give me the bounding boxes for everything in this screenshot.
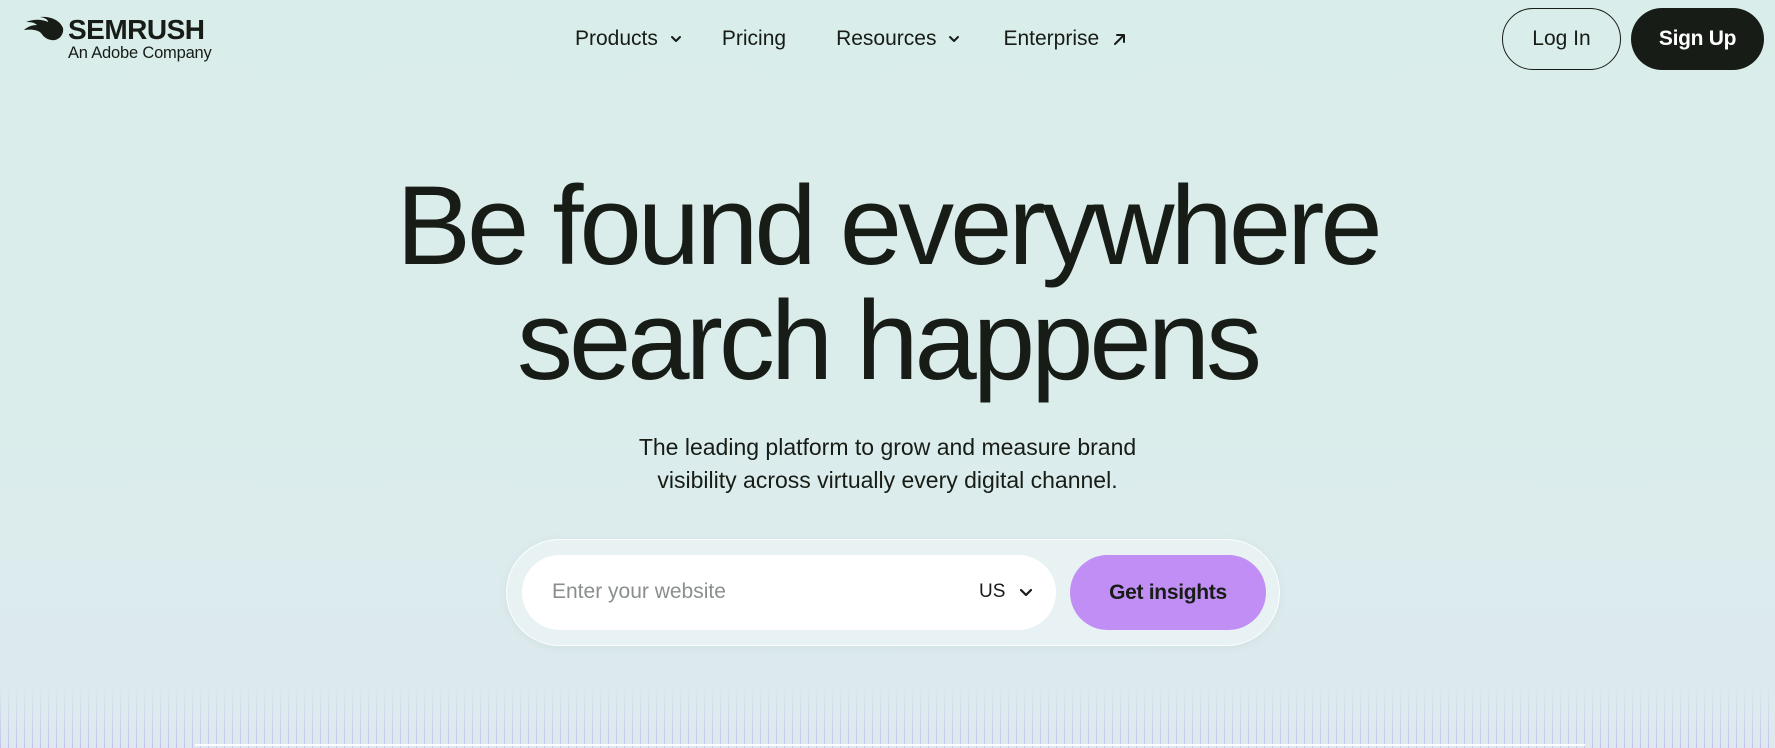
signup-button[interactable]: Sign Up — [1631, 8, 1764, 70]
country-select[interactable]: US — [979, 573, 1033, 611]
chevron-down-icon — [949, 36, 960, 42]
nav-item-label: Resources — [836, 27, 937, 50]
hero-title-line: Be found everywhere — [396, 163, 1382, 288]
semrush-logo[interactable]: SEMRUSH An Adobe Company — [24, 14, 220, 62]
site-header: SEMRUSH An Adobe Company Products Pricin… — [0, 0, 1775, 78]
country-select-value: US — [979, 581, 1006, 602]
external-arrow-icon — [1114, 33, 1126, 45]
semrush-flame-icon — [24, 16, 64, 41]
decorative-stripes — [0, 688, 1775, 748]
nav-item-enterprise[interactable]: Enterprise — [1003, 20, 1126, 58]
nav-item-products[interactable]: Products — [575, 20, 682, 58]
hero-subtitle: The leading platform to grow and measure… — [0, 431, 1775, 497]
nav-item-label: Products — [575, 27, 658, 50]
get-insights-button[interactable]: Get insights — [1070, 555, 1266, 630]
main-nav: Products Pricing Resources Enterprise — [575, 20, 1126, 58]
nav-item-label: Enterprise — [1003, 27, 1100, 50]
nav-item-resources[interactable]: Resources — [836, 20, 960, 58]
brand-name: SEMRUSH — [68, 14, 205, 45]
hero-subtitle-line: The leading platform to grow and measure… — [638, 434, 1137, 460]
divider — [195, 744, 1585, 746]
chevron-down-icon — [1020, 588, 1033, 597]
search-field-container: US — [522, 555, 1056, 630]
login-button[interactable]: Log In — [1502, 8, 1621, 70]
chevron-down-icon — [670, 36, 681, 42]
hero-title: Be found everywhere search happens — [0, 168, 1775, 398]
brand-tagline: An Adobe Company — [68, 44, 212, 62]
website-search-form: US Get insights — [506, 539, 1280, 646]
nav-item-label: Pricing — [721, 27, 787, 50]
hero-subtitle-line: visibility across virtually every digita… — [657, 467, 1118, 493]
website-input[interactable] — [552, 573, 922, 611]
hero-title-line: search happens — [516, 278, 1262, 403]
nav-item-pricing[interactable]: Pricing — [722, 20, 786, 58]
